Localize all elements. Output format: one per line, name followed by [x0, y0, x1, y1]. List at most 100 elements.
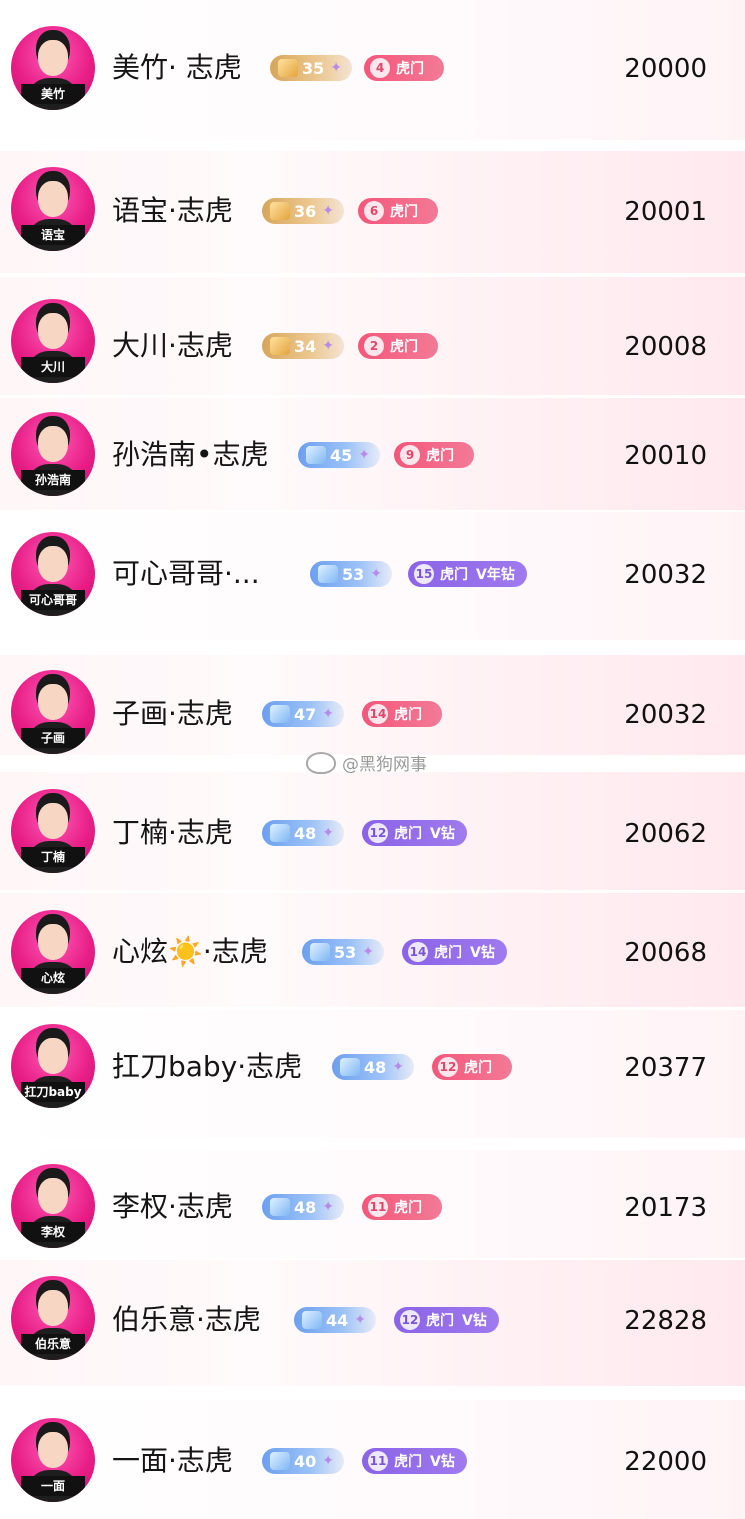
cube-icon: [270, 337, 290, 355]
avatar[interactable]: 心炫: [11, 910, 95, 994]
avatar-name-tag: 语宝: [21, 225, 85, 245]
list-item[interactable]: 子画 子画·志虎 47 ✦ 14 虎门 20032: [0, 655, 745, 755]
list-item[interactable]: 可心哥哥 可心哥哥·... 53 ✦ 15 虎门 V年钻 20032: [0, 512, 745, 640]
avatar-name-tag: 李权: [21, 1222, 85, 1242]
cube-icon: [306, 446, 326, 464]
level-badge: 48 ✦: [332, 1054, 414, 1080]
cube-icon: [278, 59, 298, 77]
score-value: 22000: [624, 1447, 707, 1477]
user-name[interactable]: 子画·志虎: [112, 697, 233, 731]
sparkle-icon: ✦: [330, 60, 342, 76]
score-value: 22828: [624, 1306, 707, 1336]
fan-club-badge: 11 虎门: [362, 1194, 442, 1220]
sparkle-icon: ✦: [322, 1199, 334, 1215]
score-value: 20062: [624, 819, 707, 849]
score-value: 20001: [624, 197, 707, 227]
cube-icon: [270, 824, 290, 842]
list-item[interactable]: 一面 一面·志虎 40 ✦ 11 虎门 V钻 22000: [0, 1400, 745, 1519]
list-item[interactable]: 大川 大川·志虎 34 ✦ 2 虎门 20008: [0, 277, 745, 395]
fan-club-badge: 9 虎门: [394, 442, 474, 468]
level-badge: 44 ✦: [294, 1307, 376, 1333]
cube-icon: [270, 1452, 290, 1470]
user-name[interactable]: 丁楠·志虎: [112, 816, 233, 850]
list-item[interactable]: 扛刀baby 扛刀baby·志虎 48 ✦ 12 虎门 20377: [0, 1010, 745, 1138]
avatar[interactable]: 伯乐意: [11, 1276, 95, 1360]
cube-icon: [340, 1058, 360, 1076]
user-name[interactable]: 一面·志虎: [112, 1444, 233, 1478]
user-name[interactable]: 李权·志虎: [112, 1190, 233, 1224]
fan-club-badge: 14 虎门: [362, 701, 442, 727]
score-value: 20000: [624, 54, 707, 84]
avatar[interactable]: 大川: [11, 299, 95, 383]
user-name[interactable]: 扛刀baby·志虎: [112, 1050, 302, 1084]
avatar[interactable]: 美竹: [11, 26, 95, 110]
level-badge: 48 ✦: [262, 1194, 344, 1220]
avatar[interactable]: 李权: [11, 1164, 95, 1248]
fan-club-badge: 11 虎门 V钻: [362, 1448, 467, 1474]
sparkle-icon: ✦: [322, 1453, 334, 1469]
fan-club-badge: 6 虎门: [358, 198, 438, 224]
avatar-name-tag: 一面: [21, 1476, 85, 1496]
cube-icon: [302, 1311, 322, 1329]
avatar[interactable]: 丁楠: [11, 789, 95, 873]
avatar[interactable]: 扛刀baby: [11, 1024, 95, 1108]
fan-club-badge: 12 虎门 V钻: [394, 1307, 499, 1333]
avatar-name-tag: 大川: [21, 357, 85, 377]
list-item[interactable]: 丁楠 丁楠·志虎 48 ✦ 12 虎门 V钻 20062: [0, 772, 745, 890]
sparkle-icon: ✦: [358, 447, 370, 463]
cube-icon: [270, 705, 290, 723]
sparkle-icon: ✦: [362, 944, 374, 960]
fan-club-badge: 12 虎门: [432, 1054, 512, 1080]
sparkle-icon: ✦: [370, 566, 382, 582]
sparkle-icon: ✦: [322, 825, 334, 841]
sparkle-icon: ✦: [322, 203, 334, 219]
user-name[interactable]: 大川·志虎: [112, 329, 233, 363]
avatar[interactable]: 语宝: [11, 167, 95, 251]
avatar-name-tag: 心炫: [21, 968, 85, 988]
level-badge: 36 ✦: [262, 198, 344, 224]
level-badge: 35 ✦: [270, 55, 352, 81]
avatar-name-tag: 孙浩南: [21, 470, 85, 490]
fan-club-badge: 14 虎门 V钻: [402, 939, 507, 965]
list-item[interactable]: 美竹 美竹· 志虎 35 ✦ 4 虎门 20000: [0, 0, 745, 140]
level-badge: 47 ✦: [262, 701, 344, 727]
score-value: 20068: [624, 938, 707, 968]
cube-icon: [310, 943, 330, 961]
sparkle-icon: ✦: [392, 1059, 404, 1075]
list-item[interactable]: 伯乐意 伯乐意·志虎 44 ✦ 12 虎门 V钻 22828: [0, 1260, 745, 1386]
score-value: 20173: [624, 1193, 707, 1223]
fan-club-badge: 12 虎门 V钻: [362, 820, 467, 846]
user-name[interactable]: 美竹· 志虎: [112, 51, 242, 85]
score-value: 20377: [624, 1053, 707, 1083]
sparkle-icon: ✦: [354, 1312, 366, 1328]
sparkle-icon: ✦: [322, 706, 334, 722]
avatar-name-tag: 伯乐意: [21, 1334, 85, 1354]
sparkle-icon: ✦: [322, 338, 334, 354]
level-badge: 45 ✦: [298, 442, 380, 468]
avatar-name-tag: 子画: [21, 728, 85, 748]
avatar[interactable]: 孙浩南: [11, 412, 95, 496]
level-badge: 40 ✦: [262, 1448, 344, 1474]
user-name[interactable]: 可心哥哥·...: [112, 557, 260, 591]
level-badge: 53 ✦: [310, 561, 392, 587]
cube-icon: [270, 202, 290, 220]
list-item[interactable]: 李权 李权·志虎 48 ✦ 11 虎门 20173: [0, 1150, 745, 1258]
avatar[interactable]: 子画: [11, 670, 95, 754]
avatar[interactable]: 一面: [11, 1418, 95, 1502]
avatar-name-tag: 扛刀baby: [21, 1082, 85, 1102]
level-badge: 53 ✦: [302, 939, 384, 965]
score-value: 20032: [624, 560, 707, 590]
avatar-name-tag: 可心哥哥: [21, 590, 85, 610]
user-name[interactable]: 心炫☀️·志虎: [112, 935, 268, 969]
cube-icon: [270, 1198, 290, 1216]
level-badge: 34 ✦: [262, 333, 344, 359]
user-name[interactable]: 伯乐意·志虎: [112, 1303, 261, 1337]
user-name[interactable]: 语宝·志虎: [112, 194, 233, 228]
list-item[interactable]: 心炫 心炫☀️·志虎 53 ✦ 14 虎门 V钻 20068: [0, 893, 745, 1007]
user-name[interactable]: 孙浩南•志虎: [112, 438, 269, 472]
list-item[interactable]: 孙浩南 孙浩南•志虎 45 ✦ 9 虎门 20010: [0, 398, 745, 510]
avatar-name-tag: 美竹: [21, 84, 85, 104]
list-item[interactable]: 语宝 语宝·志虎 36 ✦ 6 虎门 20001: [0, 151, 745, 273]
avatar[interactable]: 可心哥哥: [11, 532, 95, 616]
fan-club-badge: 15 虎门 V年钻: [408, 561, 527, 587]
